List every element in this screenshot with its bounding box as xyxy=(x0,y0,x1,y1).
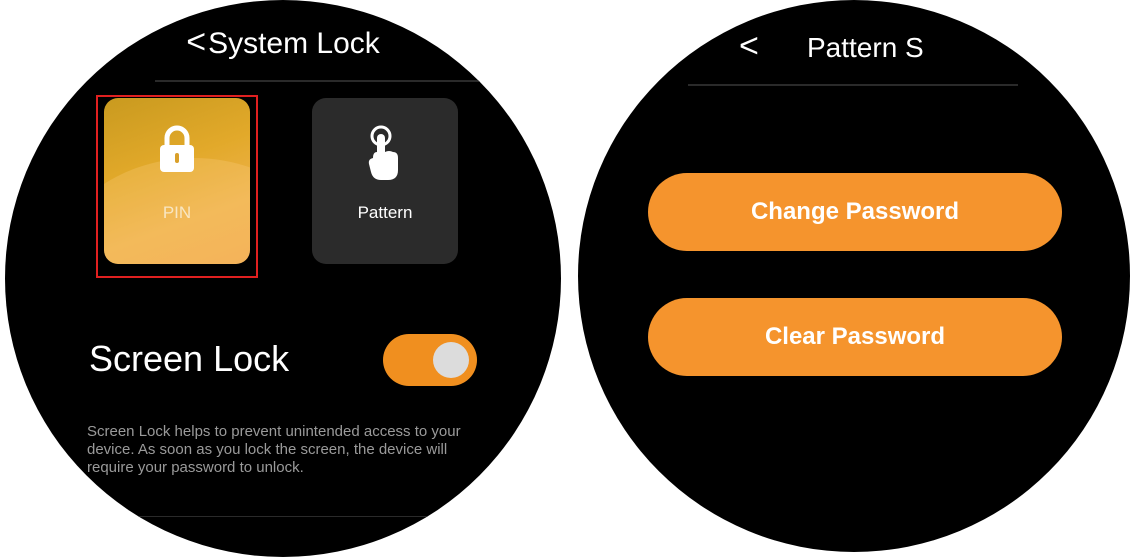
toggle-knob xyxy=(433,342,469,378)
pattern-option-label: Pattern xyxy=(357,203,413,222)
page-title: Pattern S xyxy=(807,32,924,63)
pattern-option-tile[interactable]: Pattern xyxy=(312,98,458,264)
stage: <System Lock PIN Pattern Screen Lock Scr… xyxy=(0,0,1131,557)
padlock-icon xyxy=(157,124,197,179)
tap-finger-icon xyxy=(365,124,405,189)
header-divider xyxy=(688,84,1018,86)
change-password-button[interactable]: Change Password xyxy=(648,173,1062,251)
header-divider xyxy=(155,80,495,82)
watch-screen-system-lock: <System Lock PIN Pattern Screen Lock Scr… xyxy=(5,0,561,557)
header-title-clip: Pattern S xyxy=(807,26,947,70)
watch-screen-pattern-settings: < Pattern S Change Password Clear Passwo… xyxy=(578,0,1130,552)
page-title: System Lock xyxy=(208,27,380,60)
pin-option-label: PIN xyxy=(162,203,192,222)
back-button[interactable]: < xyxy=(739,26,759,66)
bottom-divider xyxy=(125,516,445,517)
screen-lock-description: Screen Lock helps to prevent unintended … xyxy=(87,423,461,476)
pin-option-tile[interactable]: PIN xyxy=(104,98,250,264)
header: <System Lock xyxy=(5,22,561,66)
screen-lock-toggle[interactable] xyxy=(383,334,477,386)
clear-password-button[interactable]: Clear Password xyxy=(648,298,1062,376)
back-button[interactable]: < xyxy=(186,22,206,62)
screen-lock-label: Screen Lock xyxy=(89,338,290,379)
